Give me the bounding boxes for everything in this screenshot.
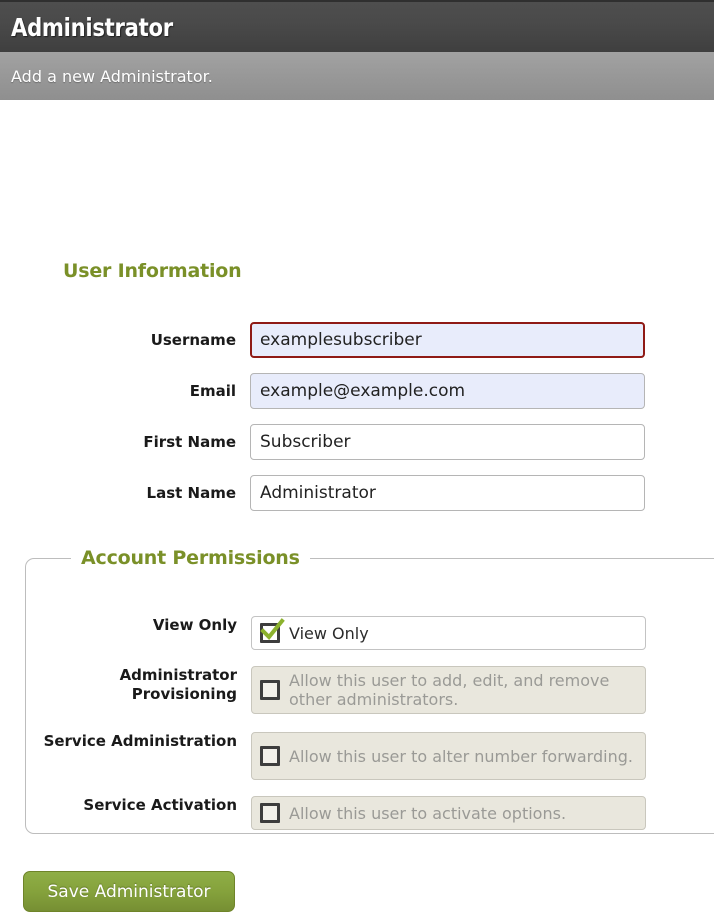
section-title-user-information: User Information [63, 260, 242, 282]
permission-text-administrator-provisioning: Allow this user to add, edit, and remove… [289, 671, 610, 709]
account-permissions-legend: Account Permissions [81, 547, 300, 569]
username-input[interactable] [250, 322, 645, 358]
permission-text-view-only: View Only [289, 623, 369, 643]
page-subheader: Add a new Administrator. [0, 52, 714, 100]
checkbox-row-administrator-provisioning: Allow this user to add, edit, and remove… [251, 666, 646, 714]
form-row-email: Email [0, 373, 714, 409]
label-username: Username [150, 330, 236, 349]
page-subtitle: Add a new Administrator. [11, 66, 213, 86]
form-row-first-name: First Name [0, 424, 714, 460]
email-input[interactable] [250, 373, 645, 409]
checkbox-row-view-only[interactable]: View Only [251, 616, 646, 650]
label-last-name: Last Name [146, 483, 236, 502]
first-name-input[interactable] [250, 424, 645, 460]
permission-row-service-activation: Service Activation Allow this user to ac… [1, 796, 714, 830]
checkbox-unchecked-icon [260, 680, 280, 700]
label-service-activation: Service Activation [83, 796, 237, 814]
label-view-only: View Only [152, 616, 237, 634]
permission-row-service-administration: Service Administration Allow this user t… [1, 732, 714, 780]
label-first-name: First Name [143, 432, 236, 451]
page-header: Administrator [0, 0, 714, 52]
checkbox-row-service-administration: Allow this user to alter number forwardi… [251, 732, 646, 780]
checkbox-row-service-activation: Allow this user to activate options. [251, 796, 646, 830]
checkbox-unchecked-icon [260, 746, 280, 766]
check-mark-icon [260, 618, 285, 640]
label-service-administration: Service Administration [43, 732, 237, 750]
form-row-username: Username [0, 322, 714, 358]
label-administrator-provisioning-line2: Provisioning [131, 685, 237, 703]
permission-row-view-only: View Only View Only [1, 616, 714, 650]
label-administrator-provisioning: Administrator Provisioning [1, 666, 251, 704]
label-email: Email [189, 381, 236, 400]
checkbox-unchecked-icon [260, 803, 280, 823]
form-row-last-name: Last Name [0, 475, 714, 511]
permission-text-service-administration: Allow this user to alter number forwardi… [289, 746, 633, 766]
checkbox-checked-icon[interactable] [260, 618, 285, 643]
account-permissions-fieldset: Account Permissions View Only View Only … [25, 547, 714, 834]
save-administrator-button[interactable]: Save Administrator [23, 871, 235, 912]
permission-row-administrator-provisioning: Administrator Provisioning Allow this us… [1, 666, 714, 714]
page-title: Administrator [11, 12, 173, 42]
last-name-input[interactable] [250, 475, 645, 511]
permission-text-service-activation: Allow this user to activate options. [289, 803, 567, 823]
label-administrator-provisioning-line1: Administrator [119, 666, 237, 684]
